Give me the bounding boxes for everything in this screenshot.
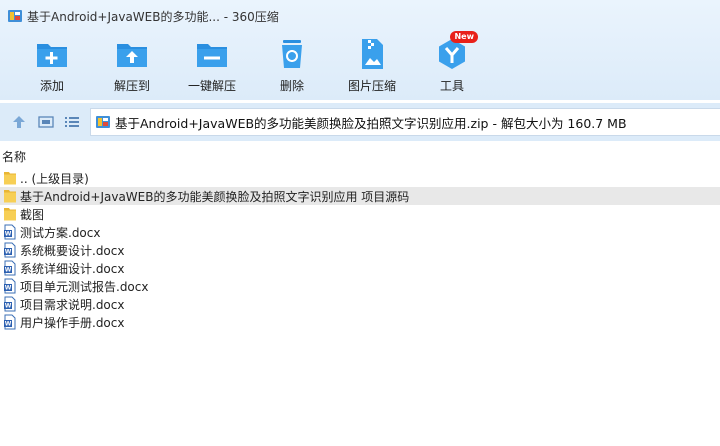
word-doc-icon: W <box>4 242 16 258</box>
window-title: 基于Android+JavaWEB的多功能... - 360压缩 <box>27 9 279 24</box>
svg-text:W: W <box>5 267 12 274</box>
file-name: 基于Android+JavaWEB的多功能美颜换脸及拍照文字识别应用 项目源码 <box>20 189 410 204</box>
file-name: .. (上级目录) <box>20 171 89 186</box>
trash-icon <box>282 40 302 68</box>
column-header: 名称 <box>0 146 720 166</box>
archive-path: 基于Android+JavaWEB的多功能美颜换脸及拍照文字识别应用.zip -… <box>115 115 627 131</box>
word-doc-icon: W <box>4 260 16 276</box>
address-row: 基于Android+JavaWEB的多功能美颜换脸及拍照文字识别应用.zip -… <box>0 103 720 141</box>
add-button[interactable]: 添加 <box>12 36 92 96</box>
list-item[interactable]: W 系统概要设计.docx <box>0 241 720 259</box>
list-item[interactable]: 基于Android+JavaWEB的多功能美颜换脸及拍照文字识别应用 项目源码 <box>0 187 720 205</box>
file-name: 系统详细设计.docx <box>20 261 125 276</box>
list-view-icon[interactable] <box>64 114 80 130</box>
up-arrow-icon[interactable] <box>11 114 27 130</box>
tools-icon-wrap: New <box>434 31 478 72</box>
list-item[interactable]: W 测试方案.docx <box>0 223 720 241</box>
folder-icon <box>4 172 16 185</box>
file-name: 用户操作手册.docx <box>20 315 125 330</box>
window-title-bar: 基于Android+JavaWEB的多功能... - 360压缩 <box>8 7 279 25</box>
one-click-extract-icon <box>197 44 227 67</box>
tools-label: 工具 <box>439 79 464 93</box>
list-item[interactable]: W 项目单元测试报告.docx <box>0 277 720 295</box>
add-label: 添加 <box>39 79 64 93</box>
one-click-extract-label: 一键解压 <box>187 79 236 93</box>
file-name: 截图 <box>20 207 45 222</box>
svg-text:W: W <box>5 231 12 238</box>
add-folder-icon <box>37 44 67 67</box>
folder-icon <box>4 208 16 221</box>
extract-to-label: 解压到 <box>113 79 150 93</box>
word-doc-icon: W <box>4 224 16 240</box>
word-doc-icon: W <box>4 296 16 312</box>
file-name: 项目需求说明.docx <box>20 297 125 312</box>
thumbnail-view-icon[interactable] <box>38 114 54 130</box>
image-compress-icon <box>362 39 383 69</box>
tools-button[interactable]: New 工具 <box>412 31 492 96</box>
list-item[interactable]: W 项目需求说明.docx <box>0 295 720 313</box>
word-doc-icon: W <box>4 278 16 294</box>
list-item[interactable]: W 系统详细设计.docx <box>0 259 720 277</box>
word-doc-icon: W <box>4 314 16 330</box>
image-compress-label: 图片压缩 <box>347 79 396 93</box>
new-badge: New <box>450 31 478 43</box>
zip-archive-icon <box>96 116 110 128</box>
delete-button[interactable]: 删除 <box>252 36 332 96</box>
file-name: 测试方案.docx <box>20 225 101 240</box>
file-list: .. (上级目录) 基于Android+JavaWEB的多功能美颜换脸及拍照文字识… <box>0 169 720 331</box>
delete-label: 删除 <box>279 79 304 93</box>
svg-text:W: W <box>5 285 12 292</box>
image-compress-button[interactable]: 图片压缩 <box>332 36 412 96</box>
app-icon <box>8 10 22 22</box>
address-bar[interactable]: 基于Android+JavaWEB的多功能美颜换脸及拍照文字识别应用.zip -… <box>90 108 720 136</box>
name-column-header[interactable]: 名称 <box>0 148 26 165</box>
extract-to-button[interactable]: 解压到 <box>92 36 172 96</box>
list-item[interactable]: .. (上级目录) <box>0 169 720 187</box>
list-item[interactable]: 截图 <box>0 205 720 223</box>
svg-text:W: W <box>5 303 12 310</box>
svg-text:W: W <box>5 321 12 328</box>
one-click-extract-button[interactable]: 一键解压 <box>172 36 252 96</box>
file-name: 系统概要设计.docx <box>20 243 125 258</box>
svg-text:W: W <box>5 249 12 256</box>
file-name: 项目单元测试报告.docx <box>20 279 149 294</box>
list-item[interactable]: W 用户操作手册.docx <box>0 313 720 331</box>
extract-to-icon <box>117 44 147 67</box>
folder-icon <box>4 190 16 203</box>
top-bar: 基于Android+JavaWEB的多功能... - 360压缩 添加 解压到 <box>0 0 720 100</box>
